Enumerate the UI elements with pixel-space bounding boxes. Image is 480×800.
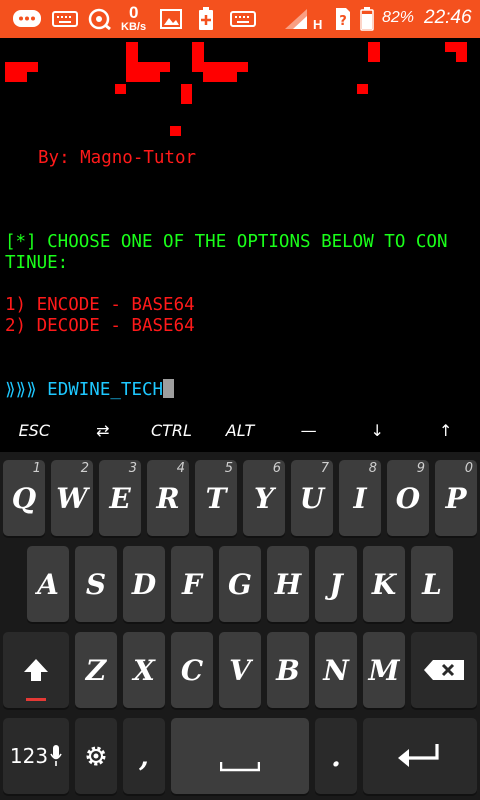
key-r[interactable]: 4R [147, 460, 189, 536]
clock: 22:46 [424, 7, 472, 28]
network-type: H [313, 17, 323, 32]
backspace-key[interactable] [411, 632, 477, 708]
key-d[interactable]: D [123, 546, 165, 622]
gear-icon [86, 746, 106, 766]
no-sim-icon: ? [335, 8, 351, 30]
soft-keyboard: 1Q 2W 3E 4R 5T 6Y 7U 8I 9O 0P A S D F G … [0, 452, 480, 800]
key-k[interactable]: K [363, 546, 405, 622]
shift-arrow-icon [24, 659, 48, 681]
backspace-icon [424, 660, 464, 680]
arrow-down-key[interactable]: ↓ [343, 410, 412, 450]
keyboard-notification-icon [230, 8, 256, 30]
key-s[interactable]: S [75, 546, 117, 622]
input-line[interactable]: ⟫⟫⟫ EDWINE_TECH [5, 379, 175, 401]
option-encode: 1) ENCODE - BASE64 [5, 295, 195, 315]
prompt-line-2: TINUE: [5, 253, 69, 273]
enter-key[interactable] [363, 718, 477, 794]
keyboard-icon [52, 8, 78, 30]
option-decode: 2) DECODE - BASE64 [5, 316, 195, 336]
key-g[interactable]: G [219, 546, 261, 622]
key-a[interactable]: A [27, 546, 69, 622]
chat-icon [12, 8, 42, 30]
prompt-line-1: [*] CHOOSE ONE OF THE OPTIONS BELOW TO C… [5, 232, 448, 252]
key-i[interactable]: 8I [339, 460, 381, 536]
byline: By: Magno-Tutor [38, 148, 197, 168]
key-h[interactable]: H [267, 546, 309, 622]
key-z[interactable]: Z [75, 632, 117, 708]
key-w[interactable]: 2W [51, 460, 93, 536]
net-speed-unit: KB/s [121, 21, 147, 33]
status-bar: 0 KB/s H ? 82% 22:46 [0, 0, 480, 38]
signal-icon [284, 8, 308, 30]
svg-text:?: ? [339, 14, 347, 29]
numbers-key[interactable]: 123 [3, 718, 69, 794]
caps-indicator [26, 698, 46, 701]
key-t[interactable]: 5T [195, 460, 237, 536]
key-m[interactable]: M [363, 632, 405, 708]
comma-key[interactable]: , [123, 718, 165, 794]
key-v[interactable]: V [219, 632, 261, 708]
microphone-icon [50, 745, 62, 766]
dash-key[interactable]: — [274, 410, 343, 450]
net-speed-value: 0 [129, 3, 139, 22]
key-e[interactable]: 3E [99, 460, 141, 536]
settings-key[interactable] [75, 718, 117, 794]
key-n[interactable]: N [315, 632, 357, 708]
enter-arrow-icon [398, 744, 439, 767]
shell-prompt: ⟫⟫⟫ [5, 380, 37, 400]
key-f[interactable]: F [171, 546, 213, 622]
alt-key[interactable]: ALT [206, 410, 275, 450]
period-key[interactable]: . [315, 718, 357, 794]
extra-keys-bar: ESC ⇄ CTRL ALT — ↓ ↑ [0, 410, 480, 450]
key-c[interactable]: C [171, 632, 213, 708]
key-j[interactable]: J [315, 546, 357, 622]
space-bar-icon [220, 762, 260, 772]
key-y[interactable]: 6Y [243, 460, 285, 536]
key-u[interactable]: 7U [291, 460, 333, 536]
key-o[interactable]: 9O [387, 460, 429, 536]
text-cursor [163, 379, 175, 398]
key-x[interactable]: X [123, 632, 165, 708]
gallery-icon [160, 8, 182, 30]
key-l[interactable]: L [411, 546, 453, 622]
shift-key[interactable] [3, 632, 69, 708]
typed-input: EDWINE_TECH [47, 380, 164, 400]
terminal-view[interactable]: By: Magno-Tutor [*] CHOOSE ONE OF THE OP… [0, 38, 480, 410]
battery-percent: 82% [382, 9, 415, 26]
esc-key[interactable]: ESC [0, 410, 69, 450]
arrow-up-key[interactable]: ↑ [411, 410, 480, 450]
key-q[interactable]: 1Q [3, 460, 45, 536]
disc-cleaner-icon [88, 8, 112, 30]
key-p[interactable]: 0P [435, 460, 477, 536]
space-key[interactable] [171, 718, 309, 794]
ctrl-key[interactable]: CTRL [137, 410, 206, 450]
battery-saver-icon [198, 7, 214, 30]
key-b[interactable]: B [267, 632, 309, 708]
battery-icon [360, 7, 374, 31]
tab-key[interactable]: ⇄ [69, 410, 138, 450]
